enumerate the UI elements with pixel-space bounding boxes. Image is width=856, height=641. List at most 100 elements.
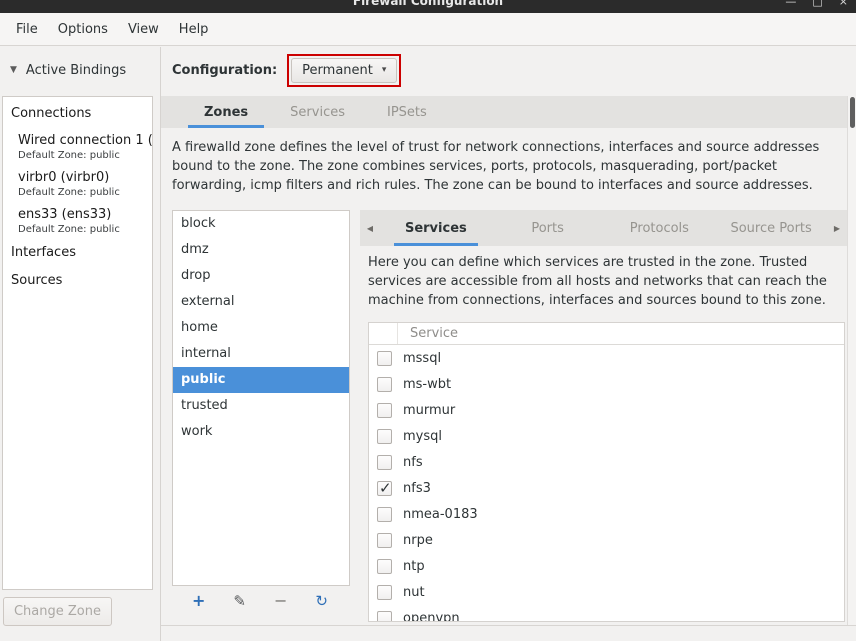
connection-item-wired[interactable]: Wired connection 1 ( — [3, 125, 152, 148]
menu-options[interactable]: Options — [48, 17, 118, 42]
service-name: nrpe — [403, 532, 433, 548]
service-row-nfs3[interactable]: nfs3 — [369, 475, 844, 501]
reload-zone-button reload-icon[interactable]: ↻ — [311, 590, 332, 613]
minimize-icon[interactable]: — — [785, 0, 796, 8]
services-table-header: Service — [369, 323, 844, 345]
tree-section-interfaces[interactable]: Interfaces — [3, 236, 152, 264]
service-row-nmea-0183[interactable]: nmea-0183 — [369, 501, 844, 527]
titlebar: Firewall Configuration — □ × — [0, 0, 856, 13]
tab-source-ports[interactable]: Source Ports — [715, 210, 827, 246]
connection-item-virbr0[interactable]: virbr0 (virbr0) — [3, 162, 152, 185]
service-name: mysql — [403, 428, 442, 444]
service-checkbox[interactable] — [377, 610, 392, 621]
service-row-murmur[interactable]: murmur — [369, 397, 844, 423]
tab-protocols[interactable]: Protocols — [604, 210, 716, 246]
service-name: ntp — [403, 558, 425, 574]
tab-ipsets[interactable]: IPSets — [366, 96, 448, 128]
active-bindings-panel: Connections Wired connection 1 ( Default… — [2, 96, 153, 590]
tree-section-connections[interactable]: Connections — [3, 97, 152, 125]
tab-scroll-right-icon[interactable]: ▶ — [827, 210, 847, 246]
configuration-label: Configuration: — [172, 62, 278, 78]
connection-item-ens33[interactable]: ens33 (ens33) — [3, 199, 152, 222]
scrollbar-thumb[interactable] — [850, 97, 855, 128]
service-checkbox[interactable] — [377, 558, 392, 574]
remove-zone-button minus-icon[interactable]: − — [270, 589, 291, 613]
menubar: File Options View Help — [0, 13, 856, 46]
add-zone-button plus-icon[interactable]: + — [188, 589, 209, 613]
change-zone-button[interactable]: Change Zone — [3, 597, 112, 626]
zone-list-item-trusted[interactable]: trusted — [173, 393, 349, 419]
service-row-ms-wbt[interactable]: ms-wbt — [369, 371, 844, 397]
edit-zone-button pencil-icon[interactable]: ✎ — [229, 590, 250, 613]
tab-services-detail[interactable]: Services — [380, 210, 492, 246]
service-row-nrpe[interactable]: nrpe — [369, 527, 844, 553]
tab-zones[interactable]: Zones — [183, 96, 269, 128]
service-row-mysql[interactable]: mysql — [369, 423, 844, 449]
connection-zone-label: Default Zone: public — [18, 150, 120, 161]
zone-description: A firewalld zone defines the level of tr… — [172, 140, 820, 193]
service-checkbox[interactable] — [377, 402, 392, 418]
zone-list-item-dmz[interactable]: dmz — [173, 237, 349, 263]
zone-list-item-public[interactable]: public — [173, 367, 349, 393]
tree-section-sources[interactable]: Sources — [3, 264, 152, 292]
chevron-down-icon: ▼ — [10, 65, 17, 75]
window-controls: — □ × — [785, 0, 848, 13]
service-name: nfs — [403, 454, 423, 470]
chevron-down-icon: ▾ — [381, 65, 387, 75]
menu-view[interactable]: View — [118, 17, 169, 42]
service-row-ntp[interactable]: ntp — [369, 553, 844, 579]
bottom-divider — [161, 625, 856, 626]
service-row-openvpn[interactable]: openvpn — [369, 605, 844, 622]
service-name: mssql — [403, 350, 442, 366]
service-checkbox[interactable] — [377, 454, 392, 470]
sidebar-divider — [160, 47, 161, 641]
main-tab-strip: Zones Services IPSets — [161, 96, 847, 128]
zone-list-item-internal[interactable]: internal — [173, 341, 349, 367]
zone-list-item-external[interactable]: external — [173, 289, 349, 315]
tab-ports[interactable]: Ports — [492, 210, 604, 246]
zone-toolbar: + ✎ − ↻ — [178, 586, 342, 616]
firewall-configuration-window: Firewall Configuration — □ × File Option… — [0, 0, 856, 641]
service-checkbox[interactable] — [377, 479, 392, 497]
zone-list-item-drop[interactable]: drop — [173, 263, 349, 289]
configuration-row: Configuration: Permanent ▾ — [172, 53, 402, 87]
zone-list-item-work[interactable]: work — [173, 419, 349, 445]
tab-services[interactable]: Services — [269, 96, 366, 128]
tab-scroll-left-icon[interactable]: ◀ — [360, 210, 380, 246]
active-bindings-expander[interactable]: ▼ Active Bindings — [10, 57, 126, 83]
maximize-icon[interactable]: □ — [812, 0, 822, 8]
detail-tab-strip: ◀ Services Ports Protocols Source Ports … — [360, 210, 847, 246]
menu-file[interactable]: File — [6, 17, 48, 42]
annotation-highlight: Permanent ▾ — [287, 53, 402, 87]
service-checkbox[interactable] — [377, 584, 392, 600]
configuration-dropdown[interactable]: Permanent ▾ — [291, 57, 398, 83]
zone-list-item-block[interactable]: block — [173, 211, 349, 237]
services-table: Service mssql ms-wbt murmur mysql nfs nf… — [368, 322, 845, 622]
connection-zone-label: Default Zone: public — [18, 224, 120, 235]
menu-help[interactable]: Help — [169, 17, 219, 42]
service-column-header[interactable]: Service — [398, 326, 458, 341]
close-icon[interactable]: × — [839, 0, 848, 8]
service-name: ms-wbt — [403, 376, 452, 392]
zone-list: block dmz drop external home internal pu… — [172, 210, 350, 586]
checkbox-column-header — [369, 323, 398, 344]
service-name: murmur — [403, 402, 456, 418]
service-checkbox[interactable] — [377, 428, 392, 444]
zone-list-item-home[interactable]: home — [173, 315, 349, 341]
service-checkbox[interactable] — [377, 506, 392, 522]
service-checkbox[interactable] — [377, 532, 392, 548]
service-row-nut[interactable]: nut — [369, 579, 844, 605]
service-name: nut — [403, 584, 425, 600]
service-row-mssql[interactable]: mssql — [369, 345, 844, 371]
service-checkbox[interactable] — [377, 350, 392, 366]
vertical-scrollbar[interactable] — [847, 96, 856, 625]
active-bindings-label: Active Bindings — [25, 62, 127, 78]
service-name: openvpn — [403, 610, 460, 622]
service-row-nfs[interactable]: nfs — [369, 449, 844, 475]
service-name: nmea-0183 — [403, 506, 478, 522]
service-checkbox[interactable] — [377, 376, 392, 392]
configuration-value: Permanent — [302, 62, 373, 78]
service-name: nfs3 — [403, 480, 431, 496]
services-description: Here you can define which services are t… — [368, 255, 827, 308]
connection-zone-label: Default Zone: public — [18, 187, 120, 198]
